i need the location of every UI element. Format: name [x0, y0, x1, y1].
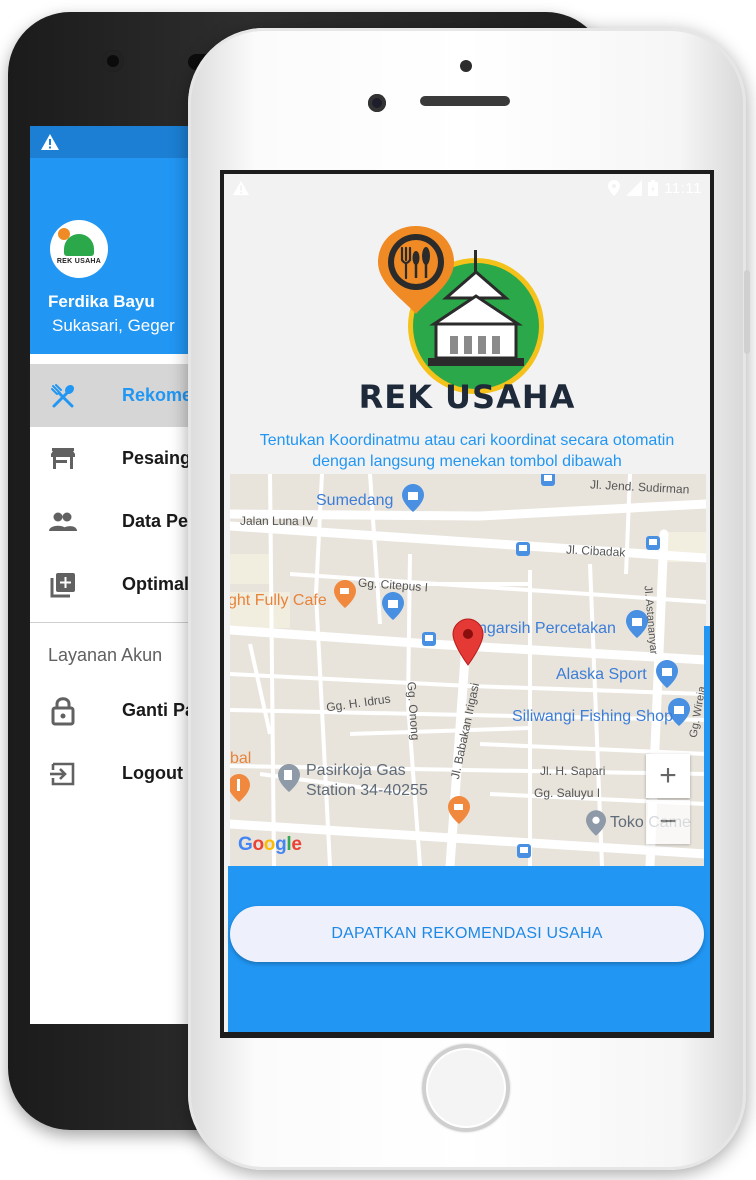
front-speaker [420, 96, 510, 106]
logout-icon [48, 759, 78, 789]
front-camera [368, 94, 386, 112]
poi-label: Siliwangi Fishing Shop [512, 708, 673, 725]
cafe-poi-icon [334, 580, 356, 608]
map-view[interactable]: Jalan Luna IV Jl. Jend. Sudirman Jl. Cib… [230, 474, 706, 866]
status-bar: 11:11 [224, 174, 710, 202]
shopping-poi-icon [656, 660, 678, 688]
drawer-item-label: Logout [122, 763, 183, 783]
front-sensor [460, 60, 472, 72]
avatar[interactable]: REK USAHA [50, 220, 108, 278]
people-icon [48, 507, 78, 537]
drawer-item-label: Rekome [122, 385, 193, 405]
shopping-poi-icon [382, 592, 404, 620]
main-app-screen: 11:11 REK USAHA Tentukan Koordinatmu ata… [220, 170, 714, 1038]
warning-icon [233, 180, 249, 196]
google-attribution: Google [238, 834, 302, 855]
place-poi-icon [586, 810, 606, 836]
restaurant-poi-icon [230, 774, 250, 802]
back-phone-camera [102, 50, 124, 72]
bus-stop-icon [516, 542, 530, 556]
screen-content: 11:11 REK USAHA Tentukan Koordinatmu ata… [224, 174, 710, 1032]
street-label: Jalan Luna IV [240, 514, 314, 528]
location-icon [608, 180, 621, 196]
panel-edge [704, 626, 710, 866]
logo-title: REK USAHA [358, 378, 576, 416]
warning-icon [41, 134, 59, 150]
street-label: Gg. Saluyu I [534, 786, 601, 800]
shopping-poi-icon [402, 484, 424, 512]
avatar-logo-text: REK USAHA [56, 257, 102, 265]
gas-station-poi-icon [278, 764, 300, 792]
instruction-line-1: Tentukan Koordinatmu atau cari koordinat… [259, 432, 675, 449]
drawer-item-label: Pesaing [122, 448, 192, 468]
poi-label: Pasirkoja Gas [306, 762, 406, 779]
signal-icon [626, 180, 643, 196]
instruction-text: Tentukan Koordinatmu atau cari koordinat… [234, 430, 700, 472]
user-name: Ferdika Bayu [48, 292, 155, 311]
poi-label: Sumedang [316, 492, 394, 509]
home-button[interactable] [422, 1044, 510, 1132]
zoom-in-button[interactable]: + [646, 754, 690, 798]
user-address: Sukasari, Geger [52, 316, 175, 335]
bus-stop-icon [422, 632, 436, 646]
location-marker-icon[interactable] [452, 618, 484, 666]
poi-label: bal [230, 750, 252, 767]
bus-stop-icon [646, 536, 660, 550]
restaurant-icon [48, 381, 78, 411]
get-recommendation-button[interactable]: DAPATKAN REKOMENDASI USAHA [230, 906, 704, 962]
battery-icon [648, 180, 659, 196]
bus-stop-icon [541, 474, 555, 486]
poi-label: ngarsih Percetakan [478, 620, 616, 637]
poi-label: Alaska Sport [556, 666, 647, 683]
drawer-item-label: Data Pe [122, 511, 189, 531]
cafe-poi-icon [448, 796, 470, 824]
side-button[interactable] [744, 270, 750, 354]
bus-stop-icon [517, 844, 531, 858]
poi-label: Station 34-40255 [306, 782, 428, 799]
street-label: Jl. H. Sapari [540, 764, 606, 778]
store-icon [48, 444, 78, 474]
drawer-item-label: Optimal [122, 574, 190, 594]
status-time: 11:11 [664, 179, 702, 197]
lock-icon [48, 696, 78, 726]
poi-label: ght Fully Cafe [230, 592, 327, 609]
library-add-icon [48, 570, 78, 600]
drawer-item-label: Ganti Pa [122, 700, 196, 720]
avatar-logo-icon [58, 227, 94, 256]
instruction-line-2: dengan langsung menekan tombol dibawah [312, 453, 622, 470]
status-icons: 11:11 [608, 180, 702, 197]
zoom-out-button[interactable]: − [646, 800, 690, 844]
